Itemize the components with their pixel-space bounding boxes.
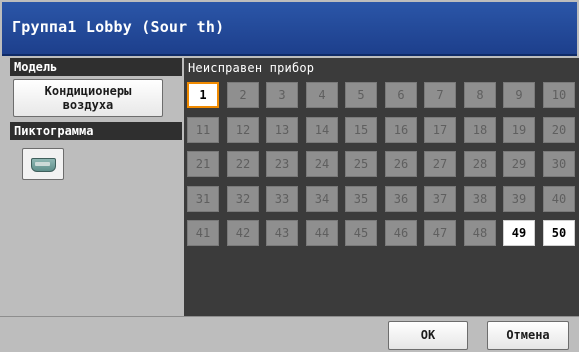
- device-cell-40[interactable]: 40: [543, 186, 575, 212]
- device-cell-37[interactable]: 37: [424, 186, 456, 212]
- bottom-bar: OK Отмена: [0, 316, 579, 352]
- faulty-device-label: Неисправен прибор: [188, 61, 315, 75]
- device-cell-8[interactable]: 8: [464, 82, 496, 108]
- device-cell-7[interactable]: 7: [424, 82, 456, 108]
- device-cell-29[interactable]: 29: [503, 151, 535, 177]
- model-header: Модель: [10, 58, 182, 76]
- device-cell-48[interactable]: 48: [464, 220, 496, 246]
- device-cell-26[interactable]: 26: [385, 151, 417, 177]
- device-cell-1[interactable]: 1: [187, 82, 219, 108]
- device-cell-41[interactable]: 41: [187, 220, 219, 246]
- device-cell-39[interactable]: 39: [503, 186, 535, 212]
- model-button[interactable]: Кондиционеры воздуха: [13, 79, 163, 117]
- device-cell-50[interactable]: 50: [543, 220, 575, 246]
- device-cell-34[interactable]: 34: [306, 186, 338, 212]
- device-cell-42[interactable]: 42: [227, 220, 259, 246]
- device-cell-30[interactable]: 30: [543, 151, 575, 177]
- device-cell-17[interactable]: 17: [424, 117, 456, 143]
- device-cell-16[interactable]: 16: [385, 117, 417, 143]
- device-cell-47[interactable]: 47: [424, 220, 456, 246]
- device-cell-24[interactable]: 24: [306, 151, 338, 177]
- device-cell-4[interactable]: 4: [306, 82, 338, 108]
- icon-selector-button[interactable]: [22, 148, 64, 180]
- device-cell-11[interactable]: 11: [187, 117, 219, 143]
- device-cell-20[interactable]: 20: [543, 117, 575, 143]
- device-cell-36[interactable]: 36: [385, 186, 417, 212]
- device-cell-38[interactable]: 38: [464, 186, 496, 212]
- device-cell-23[interactable]: 23: [266, 151, 298, 177]
- window-title: Группа1 Lobby (Sour th): [12, 18, 225, 36]
- device-cell-33[interactable]: 33: [266, 186, 298, 212]
- device-cell-45[interactable]: 45: [345, 220, 377, 246]
- group-dialog: Группа1 Lobby (Sour th) Модель Кондицион…: [0, 0, 579, 352]
- device-cell-14[interactable]: 14: [306, 117, 338, 143]
- device-cell-44[interactable]: 44: [306, 220, 338, 246]
- model-button-line2: воздуха: [62, 98, 114, 112]
- device-cell-43[interactable]: 43: [266, 220, 298, 246]
- model-button-line1: Кондиционеры: [44, 84, 132, 98]
- device-cell-27[interactable]: 27: [424, 151, 456, 177]
- device-cell-15[interactable]: 15: [345, 117, 377, 143]
- ok-button[interactable]: OK: [388, 321, 468, 350]
- device-cell-22[interactable]: 22: [227, 151, 259, 177]
- device-cell-28[interactable]: 28: [464, 151, 496, 177]
- icon-header: Пиктограмма: [10, 122, 182, 140]
- device-cell-18[interactable]: 18: [464, 117, 496, 143]
- device-cell-35[interactable]: 35: [345, 186, 377, 212]
- device-cell-5[interactable]: 5: [345, 82, 377, 108]
- device-cell-32[interactable]: 32: [227, 186, 259, 212]
- device-cell-3[interactable]: 3: [266, 82, 298, 108]
- device-cell-49[interactable]: 49: [503, 220, 535, 246]
- device-cell-2[interactable]: 2: [227, 82, 259, 108]
- device-cell-12[interactable]: 12: [227, 117, 259, 143]
- device-panel: Неисправен прибор 1 2 3 4 5 6 7 8 9 10 11 12 13 14 15 1…: [184, 58, 579, 316]
- air-conditioner-icon: [31, 158, 56, 172]
- device-cell-21[interactable]: 21: [187, 151, 219, 177]
- device-cell-31[interactable]: 31: [187, 186, 219, 212]
- title-bar: Группа1 Lobby (Sour th): [2, 2, 577, 56]
- device-cell-46[interactable]: 46: [385, 220, 417, 246]
- left-panel: Модель Кондиционеры воздуха Пиктограмма: [10, 58, 182, 316]
- device-cell-10[interactable]: 10: [543, 82, 575, 108]
- cancel-button[interactable]: Отмена: [487, 321, 569, 350]
- device-cell-9[interactable]: 9: [503, 82, 535, 108]
- device-cell-13[interactable]: 13: [266, 117, 298, 143]
- device-cell-19[interactable]: 19: [503, 117, 535, 143]
- device-cell-6[interactable]: 6: [385, 82, 417, 108]
- device-cell-25[interactable]: 25: [345, 151, 377, 177]
